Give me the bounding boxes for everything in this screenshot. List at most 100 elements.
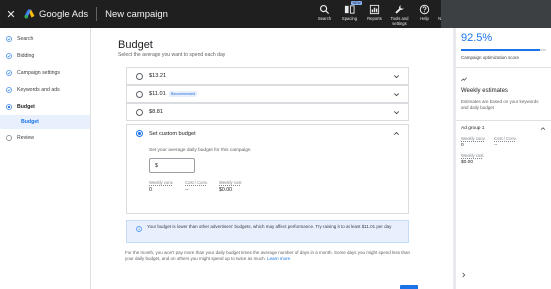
radio-button[interactable]: [136, 72, 143, 80]
radio-button[interactable]: [136, 108, 143, 116]
reports-button[interactable]: Reports: [362, 0, 387, 28]
check-circle-icon: [6, 52, 12, 59]
section-title: Budget: [118, 39, 153, 51]
tool-label: Spacing: [341, 16, 358, 21]
stat-value: --: [494, 142, 498, 148]
page-title: New campaign: [105, 8, 168, 20]
tool-label: Tools and settings: [390, 16, 409, 26]
custom-budget-header[interactable]: Set custom budget: [136, 130, 196, 137]
sidebar-subitem-budget[interactable]: Budget: [0, 115, 90, 129]
chevron-up-icon[interactable]: [393, 130, 400, 137]
budget-option-2[interactable]: $11.01 Recommended: [126, 85, 409, 103]
stat-value: $0.00: [219, 187, 232, 193]
top-app-bar: ✕ Google Ads New campaign Search NEW Spa…: [0, 0, 551, 28]
estimates-side-panel: 92.5% Campaign optimization score Weekly…: [456, 28, 551, 289]
option-amount: $8.81: [149, 109, 163, 115]
google-ads-logo: [24, 9, 35, 19]
stat-value: --: [185, 187, 189, 193]
billing-footnote: For the month, you won't pay more than y…: [125, 250, 415, 263]
custom-budget-option: Set custom budget Set your average daily…: [126, 124, 409, 214]
wrench-icon: [395, 5, 404, 14]
sidebar-item-bidding[interactable]: Bidding: [0, 47, 90, 64]
close-icon[interactable]: ✕: [0, 8, 22, 21]
spacing-button[interactable]: NEW Spacing: [337, 0, 363, 28]
option-amount: $13.21: [149, 73, 167, 79]
sidebar-item-label: Search: [17, 35, 34, 42]
stat-label: Cost / Conv.: [185, 180, 208, 185]
search-button[interactable]: Search: [312, 0, 337, 28]
ad-group-title: Ad group 1: [461, 126, 485, 131]
info-text: Your budget is lower than other advertis…: [147, 224, 392, 229]
sidebar-item-label: Bidding: [17, 52, 35, 59]
daily-budget-input[interactable]: $: [149, 158, 195, 173]
title-divider: [96, 7, 98, 21]
radio-button-selected[interactable]: [136, 130, 143, 137]
sidebar-item-campaign-settings[interactable]: Campaign settings: [0, 64, 90, 81]
budget-prompt: Set your average daily budget for this c…: [149, 148, 251, 153]
trending-icon: [461, 77, 467, 82]
divider: [456, 120, 551, 121]
sidebar-item-label: Review: [17, 134, 35, 141]
ad-group-weekly-conv: Weekly conv. 0: [461, 136, 486, 148]
new-badge: NEW: [351, 1, 363, 5]
steps-sidebar: Search Bidding Campaign settings Keyword…: [0, 28, 91, 289]
stat-value: $0.00: [461, 159, 474, 165]
check-circle-icon: [6, 35, 12, 42]
sidebar-item-label: Keywords and ads: [17, 86, 60, 93]
search-icon: [319, 4, 330, 15]
estimate-weekly-cost: Weekly cost $0.00: [219, 180, 242, 193]
estimate-cost-per-conv: Cost / Conv. --: [185, 180, 208, 193]
help-button[interactable]: Help: [412, 0, 437, 28]
stat-label: Weekly conv.: [461, 136, 486, 141]
estimate-weekly-conv: Weekly conv. 0: [149, 180, 174, 193]
toolbar: Search NEW Spacing Reports Tools and set…: [312, 0, 462, 28]
optimization-score-label: Campaign optimization score: [461, 55, 520, 60]
sidebar-item-label: Campaign settings: [17, 69, 60, 76]
radio-button[interactable]: [136, 90, 143, 98]
stat-label: Weekly cost: [461, 153, 484, 158]
stat-label: Weekly conv.: [149, 180, 174, 185]
check-circle-icon: [6, 86, 12, 93]
sidebar-item-keywords-ads[interactable]: Keywords and ads: [0, 81, 90, 98]
stat-label: Weekly cost: [219, 180, 242, 185]
chevron-right-icon[interactable]: [461, 272, 466, 278]
chevron-down-icon[interactable]: [393, 91, 400, 98]
reports-icon: [369, 4, 380, 15]
stat-value: 0: [461, 142, 464, 148]
check-circle-icon: [6, 69, 12, 76]
ad-group-cost-per-conv: Cost / Conv. --: [494, 136, 517, 148]
budget-main-panel: Budget Select the average you want to sp…: [91, 28, 453, 289]
empty-circle-icon: [6, 134, 12, 141]
chevron-down-icon[interactable]: [393, 109, 400, 116]
budget-option-1[interactable]: $13.21: [126, 67, 409, 85]
sidebar-item-budget[interactable]: Budget: [0, 98, 90, 115]
help-icon: [419, 4, 430, 15]
current-step-icon: [6, 103, 12, 110]
weekly-estimates-text: Estimates are based on your keywords and…: [461, 99, 539, 111]
sidebar-item-search[interactable]: Search: [0, 30, 90, 47]
section-subtitle: Select the average you want to spend eac…: [118, 52, 226, 58]
info-icon: [136, 226, 142, 232]
budget-info-banner: Your budget is lower than other advertis…: [126, 220, 409, 243]
chevron-down-icon[interactable]: [393, 73, 400, 80]
tool-label: Reports: [367, 16, 382, 21]
sidebar-subitem-label: Budget: [21, 119, 39, 125]
sidebar-item-label: Budget: [17, 103, 35, 110]
recommended-badge: Recommended: [168, 91, 198, 97]
optimization-score-fill: [461, 49, 540, 51]
weekly-estimates-title: Weekly estimates: [461, 88, 508, 94]
tools-settings-button[interactable]: Tools and settings: [387, 0, 412, 28]
sidebar-item-review[interactable]: Review: [0, 129, 90, 146]
account-area[interactable]: [441, 0, 551, 28]
learn-more-link[interactable]: Learn more: [267, 256, 290, 261]
ad-group-weekly-cost: Weekly cost $0.00: [461, 153, 484, 165]
optimization-score-bar: [461, 49, 546, 51]
tool-label: Help: [420, 16, 429, 21]
budget-option-3[interactable]: $8.81: [126, 103, 409, 121]
tool-label: Search: [317, 16, 332, 21]
brand-name: Google Ads: [39, 8, 89, 20]
option-label: Set custom budget: [149, 130, 196, 137]
next-button[interactable]: [400, 285, 418, 289]
option-amount: $11.01: [149, 91, 166, 97]
chevron-up-icon[interactable]: [540, 126, 546, 131]
